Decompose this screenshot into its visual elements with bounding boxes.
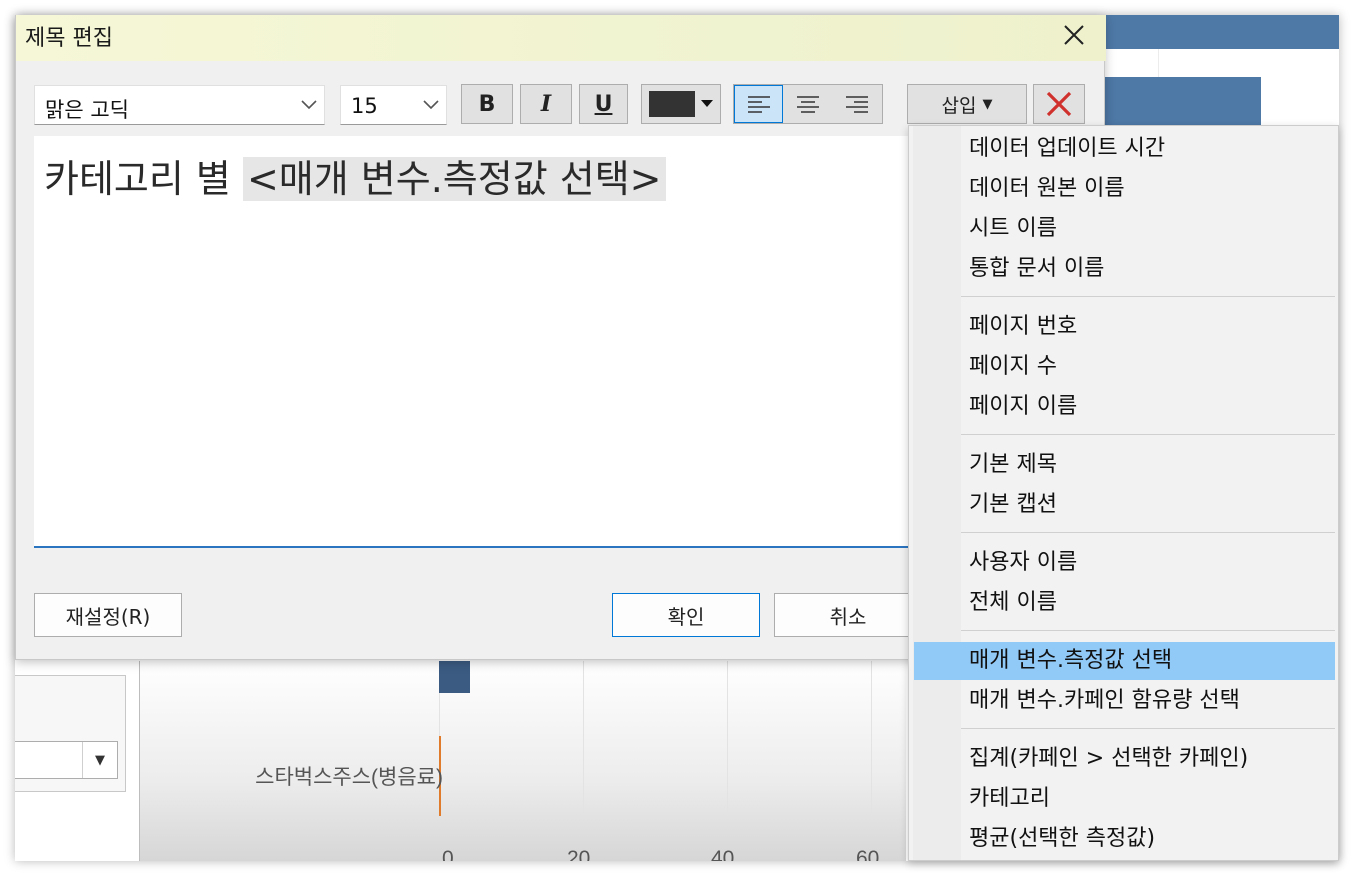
delete-x-icon xyxy=(1046,91,1072,117)
menu-item-category[interactable]: 카테고리 xyxy=(914,780,1335,818)
menu-item-page-count[interactable]: 페이지 수 xyxy=(914,348,1335,386)
menu-item-page-name[interactable]: 페이지 이름 xyxy=(914,388,1335,426)
close-icon[interactable] xyxy=(1063,24,1085,46)
menu-item-default-title[interactable]: 기본 제목 xyxy=(914,446,1335,484)
chart-x-tick: 60 xyxy=(856,847,880,861)
menu-item-data-source-name[interactable]: 데이터 원본 이름 xyxy=(914,170,1335,208)
italic-button[interactable]: I xyxy=(520,84,572,124)
chevron-down-icon[interactable] xyxy=(300,95,318,113)
bold-button[interactable]: B xyxy=(461,84,513,124)
align-center-icon xyxy=(797,96,819,113)
reset-button[interactable]: 재설정(R) xyxy=(34,593,182,637)
editor-text: 카테고리 별 xyxy=(44,157,243,201)
font-size-value: 15 xyxy=(351,94,378,118)
insert-button[interactable]: 삽입 ▼ xyxy=(907,84,1027,124)
chart-x-tick: 40 xyxy=(711,847,735,861)
menu-item-full-name[interactable]: 전체 이름 xyxy=(914,584,1335,622)
menu-separator xyxy=(961,434,1335,435)
align-right-button[interactable] xyxy=(833,85,882,123)
align-center-button[interactable] xyxy=(783,85,832,123)
text-color-swatch xyxy=(649,91,695,117)
font-family-value: 맑은 고딕 xyxy=(45,98,129,122)
chart-gridline xyxy=(871,661,872,816)
dialog-title-bar[interactable]: 제목 편집 xyxy=(16,15,1106,61)
text-color-button[interactable] xyxy=(641,84,721,124)
insert-menu: 데이터 업데이트 시간 데이터 원본 이름 시트 이름 통합 문서 이름 페이지… xyxy=(908,125,1339,861)
menu-item-param-measure[interactable]: 매개 변수.측정값 선택 xyxy=(914,642,1335,680)
chart-x-tick: 0 xyxy=(442,847,454,861)
font-size-select[interactable]: 15 xyxy=(340,85,447,125)
chart-gridline xyxy=(727,661,728,816)
align-left-button[interactable] xyxy=(734,85,784,123)
dropdown-arrow-icon[interactable]: ▼ xyxy=(82,742,117,778)
align-right-icon xyxy=(846,96,869,113)
menu-separator xyxy=(961,296,1335,297)
menu-item-user-name[interactable]: 사용자 이름 xyxy=(914,544,1335,582)
cancel-button[interactable]: 취소 xyxy=(774,593,922,637)
align-left-icon xyxy=(747,96,770,113)
menu-item-default-caption[interactable]: 기본 캡션 xyxy=(914,486,1335,524)
font-family-select[interactable]: 맑은 고딕 xyxy=(34,85,325,125)
background-header-bar xyxy=(1105,15,1339,49)
chevron-down-icon[interactable] xyxy=(422,95,440,113)
menu-item-aggregate-caffeine[interactable]: 집계(카페인 > 선택한 카페인) xyxy=(914,740,1335,778)
menu-separator xyxy=(961,532,1335,533)
menu-separator xyxy=(961,630,1335,631)
close-button[interactable] xyxy=(1056,17,1092,53)
editor-content: 카테고리 별 <매개 변수.측정값 선택> xyxy=(44,148,666,203)
menu-item-average-measure[interactable]: 평균(선택한 측정값) xyxy=(914,820,1335,858)
alignment-group xyxy=(733,84,883,124)
menu-item-param-caffeine[interactable]: 매개 변수.카페인 함유량 선택 xyxy=(914,682,1335,720)
menu-separator xyxy=(961,728,1335,729)
menu-item-sheet-name[interactable]: 시트 이름 xyxy=(914,210,1335,248)
menu-item-workbook-name[interactable]: 통합 문서 이름 xyxy=(914,250,1335,288)
caret-down-icon xyxy=(701,100,713,107)
chart-bar xyxy=(439,661,470,693)
background-chart-bar xyxy=(1105,77,1261,125)
insert-button-label: 삽입 xyxy=(941,94,977,117)
caret-down-icon: ▼ xyxy=(982,96,993,112)
chart-x-tick: 20 xyxy=(567,847,591,861)
dialog-title: 제목 편집 xyxy=(25,26,113,51)
background-bar-chart: 스타벅스주스(병음료) 0 20 40 60 xyxy=(140,661,906,861)
menu-item-page-number[interactable]: 페이지 번호 xyxy=(914,308,1335,346)
background-filter-dropdown[interactable]: ▼ xyxy=(15,741,118,779)
underline-button[interactable]: U xyxy=(579,84,628,124)
editor-field-token[interactable]: <매개 변수.측정값 선택> xyxy=(242,157,666,201)
menu-item-data-update-time[interactable]: 데이터 업데이트 시간 xyxy=(914,130,1335,168)
chart-category-label: 스타벅스주스(병음료) xyxy=(255,766,443,789)
clear-button[interactable] xyxy=(1033,84,1085,124)
ok-button[interactable]: 확인 xyxy=(612,593,760,637)
chart-gridline xyxy=(583,661,584,816)
